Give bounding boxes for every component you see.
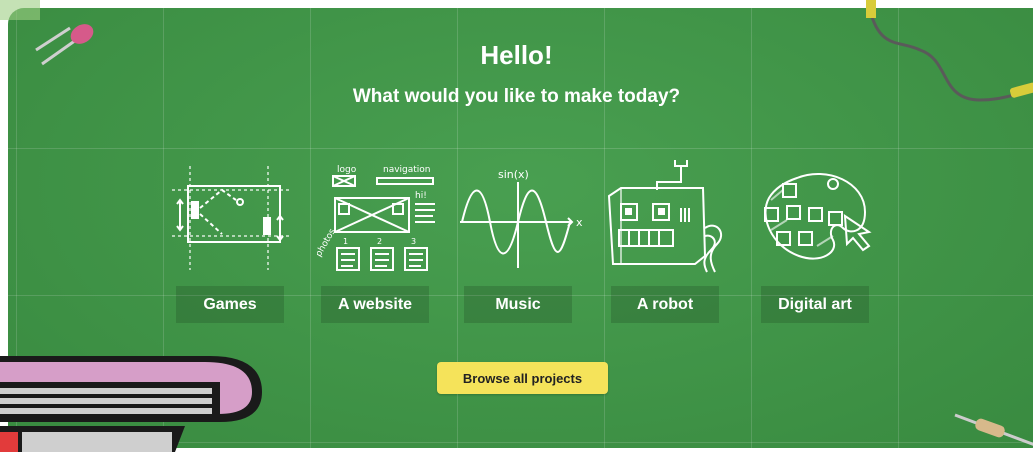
category-card-games[interactable]: Games xyxy=(172,160,307,325)
category-card-music[interactable]: sin(x) x Music xyxy=(460,160,595,325)
palette-sketch-icon xyxy=(764,173,872,260)
website-sketch-icon: logo navigation hi! photos 1 2 3 xyxy=(317,165,435,271)
games-sketch-icon xyxy=(172,166,292,270)
digital-art-label[interactable]: Digital art xyxy=(761,286,869,323)
category-card-digital-art[interactable]: Digital art xyxy=(757,160,892,325)
wire-clip-icon xyxy=(866,0,1033,102)
sketch-num-2: 2 xyxy=(377,237,382,246)
robot-sketch-icon xyxy=(607,160,723,273)
book-stack-icon xyxy=(0,356,262,452)
sketch-num-1: 1 xyxy=(343,237,348,246)
sketch-hi-text: hi! xyxy=(415,191,427,201)
sketch-navigation-text: navigation xyxy=(383,165,431,175)
sketch-photos-text: photos xyxy=(317,227,338,259)
games-label[interactable]: Games xyxy=(176,286,284,323)
sketch-logo-text: logo xyxy=(337,165,357,175)
resistor-icon xyxy=(954,413,1033,446)
led-icon xyxy=(0,0,94,66)
sketch-x-text: x xyxy=(576,216,583,229)
category-card-website[interactable]: logo navigation hi! photos 1 2 3 A websi… xyxy=(317,160,452,325)
sketch-num-3: 3 xyxy=(411,237,416,246)
sketch-sin-text: sin(x) xyxy=(498,168,529,181)
website-label[interactable]: A website xyxy=(321,286,429,323)
music-label[interactable]: Music xyxy=(464,286,572,323)
browse-all-projects-button[interactable]: Browse all projects xyxy=(437,362,608,394)
sine-wave-sketch-icon: sin(x) x xyxy=(460,168,583,268)
category-card-robot[interactable]: A robot xyxy=(607,160,742,325)
robot-label[interactable]: A robot xyxy=(611,286,719,323)
